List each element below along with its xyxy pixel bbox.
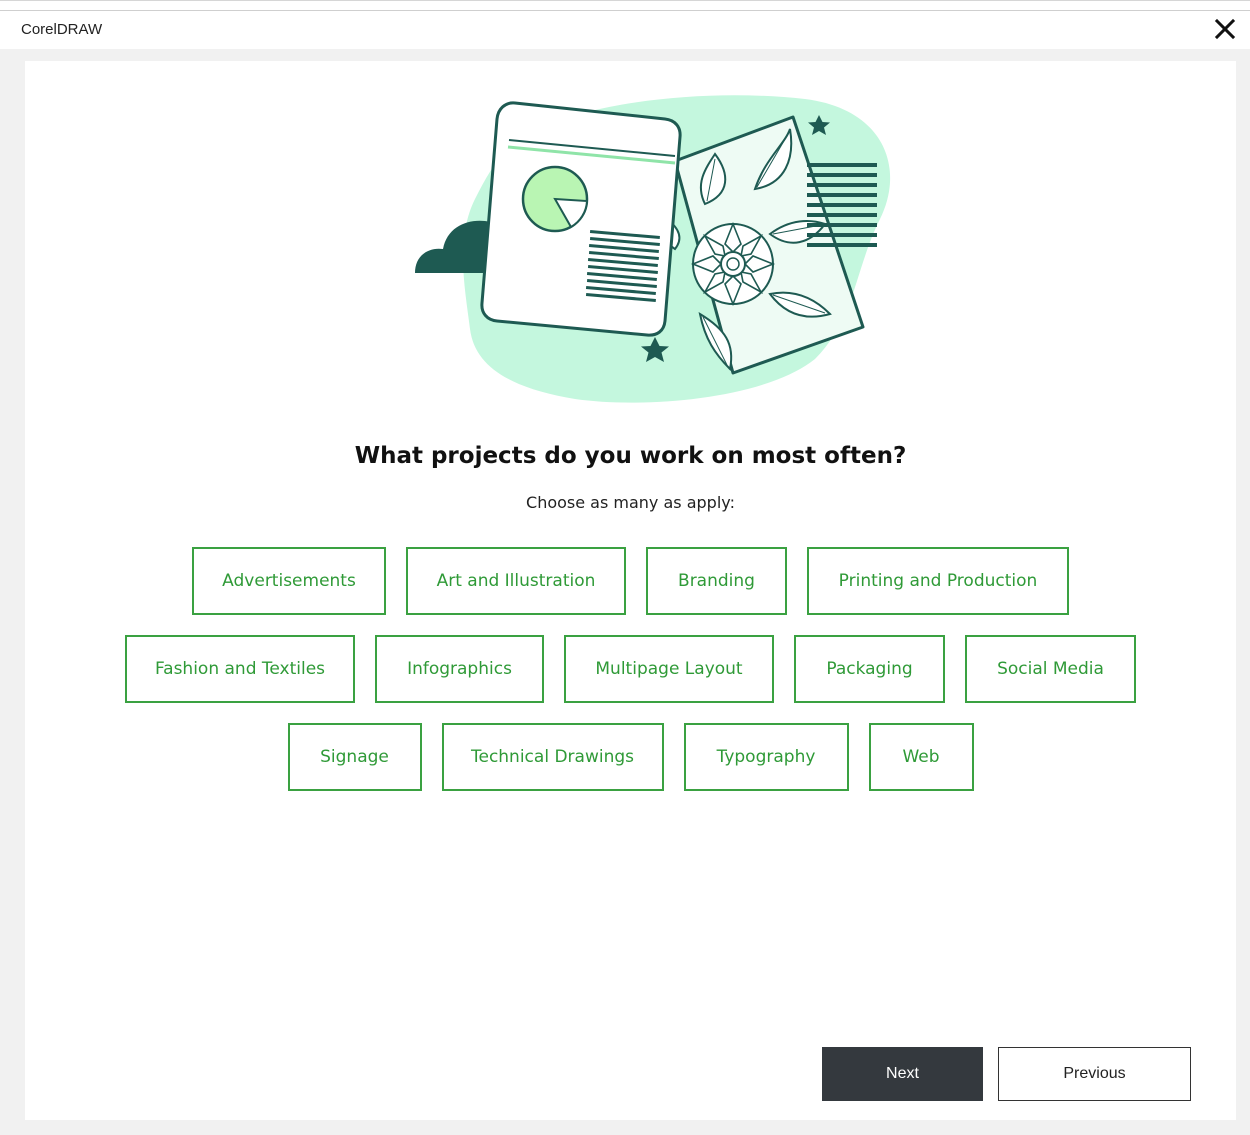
text-lines-right xyxy=(807,163,877,247)
page-heading: What projects do you work on most often? xyxy=(354,443,907,469)
content-panel: What projects do you work on most often?… xyxy=(25,61,1236,1120)
option-web[interactable]: Web xyxy=(868,723,974,791)
options-row-2: Fashion and Textiles Infographics Multip… xyxy=(25,635,1236,703)
dialog-window: CorelDRAW What projects do you work on m… xyxy=(0,0,1250,1135)
option-typography[interactable]: Typography xyxy=(683,723,849,791)
option-advertisements[interactable]: Advertisements xyxy=(192,547,386,615)
title-bar: CorelDRAW xyxy=(0,11,1250,49)
option-technical-drawings[interactable]: Technical Drawings xyxy=(441,723,664,791)
option-printing-and-production[interactable]: Printing and Production xyxy=(807,547,1069,615)
option-signage[interactable]: Signage xyxy=(287,723,422,791)
option-infographics[interactable]: Infographics xyxy=(375,635,544,703)
close-button[interactable] xyxy=(1210,15,1240,45)
projects-illustration xyxy=(415,95,891,403)
window-title: CorelDRAW xyxy=(21,21,103,38)
option-social-media[interactable]: Social Media xyxy=(965,635,1136,703)
option-fashion-and-textiles[interactable]: Fashion and Textiles xyxy=(125,635,355,703)
option-multipage-layout[interactable]: Multipage Layout xyxy=(564,635,774,703)
next-button[interactable]: Next xyxy=(822,1047,983,1101)
option-branding[interactable]: Branding xyxy=(646,547,787,615)
previous-button[interactable]: Previous xyxy=(998,1047,1191,1101)
page-subheading: Choose as many as apply: xyxy=(526,493,735,512)
option-art-and-illustration[interactable]: Art and Illustration xyxy=(406,547,626,615)
options-row-1: Advertisements Art and Illustration Bran… xyxy=(25,547,1236,615)
close-icon xyxy=(1214,18,1236,40)
options-row-3: Signage Technical Drawings Typography We… xyxy=(25,723,1236,791)
option-packaging[interactable]: Packaging xyxy=(794,635,945,703)
document-card xyxy=(480,101,682,337)
top-strip xyxy=(0,1,1250,11)
